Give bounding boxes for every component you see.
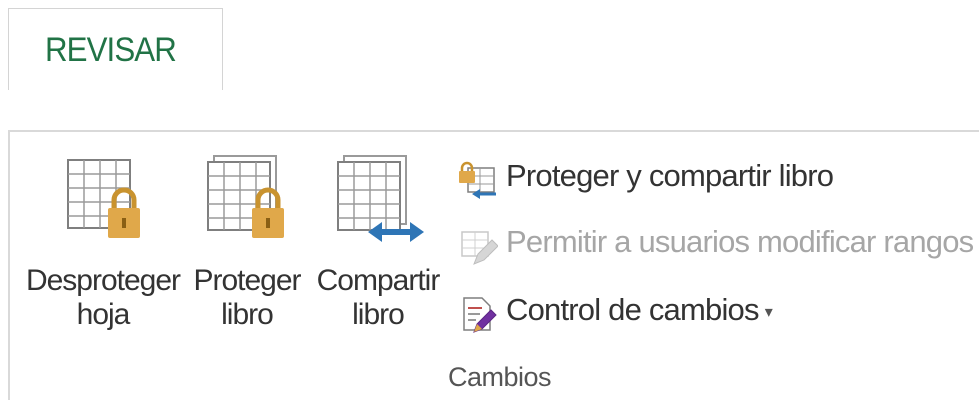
ribbon-tab-bar: REVISAR	[0, 0, 979, 132]
unprotect-sheet-icon	[66, 150, 146, 255]
tab-label: REVISAR	[45, 31, 177, 69]
unprotect-sheet-button[interactable]: Desproteger hoja	[20, 150, 186, 350]
track-changes-label: Control de cambios	[506, 292, 759, 327]
protect-workbook-button[interactable]: Proteger libro	[186, 150, 308, 350]
share-workbook-icon	[336, 150, 426, 255]
track-changes-button[interactable]: Control de cambios ▾	[458, 288, 788, 338]
ribbon-left-border	[8, 132, 10, 400]
protect-share-icon	[458, 160, 498, 200]
track-changes-icon	[458, 294, 498, 334]
allow-edit-ranges-label: Permitir a usuarios modificar rangos	[506, 224, 974, 259]
tab-revisar[interactable]: REVISAR	[8, 8, 223, 90]
allow-edit-ranges-icon	[458, 226, 499, 266]
protect-and-share-label: Proteger y compartir libro	[506, 158, 834, 193]
group-label-cambios: Cambios	[448, 362, 552, 392]
share-workbook-button[interactable]: Compartir libro	[308, 150, 448, 350]
ribbon-divider	[8, 130, 979, 132]
chevron-down-icon[interactable]: ▾	[765, 304, 773, 321]
protect-and-share-button[interactable]: Proteger y compartir libro	[458, 154, 858, 204]
allow-edit-ranges-button: Permitir a usuarios modificar rangos	[458, 220, 974, 270]
protect-workbook-icon	[206, 150, 290, 255]
